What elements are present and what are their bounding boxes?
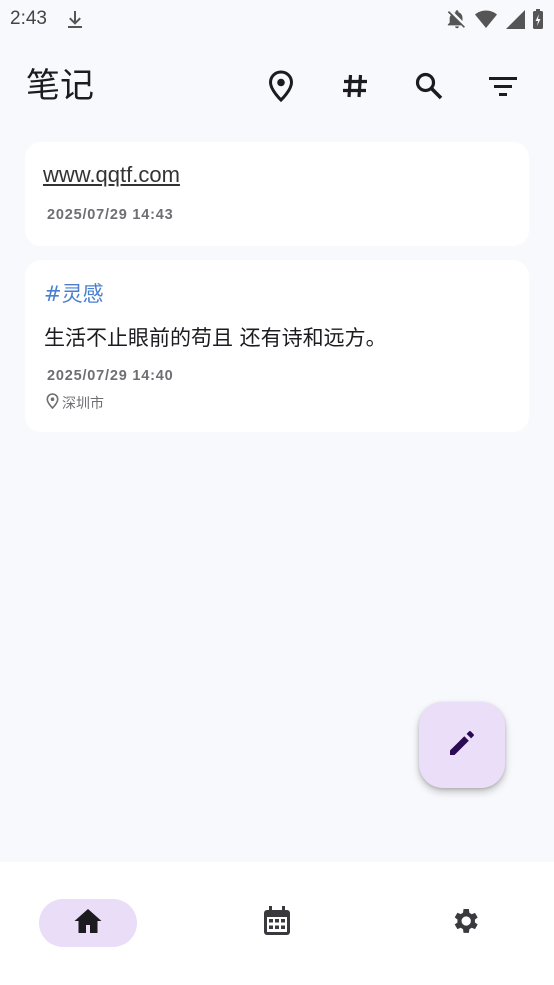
new-note-button[interactable]	[419, 702, 505, 788]
nav-calendar[interactable]	[242, 899, 312, 947]
download-icon	[65, 8, 85, 30]
status-bar: 2:43	[0, 0, 554, 38]
location-pin-icon	[267, 70, 295, 102]
notes-screen: 2:43 笔记 www.qqtf.com 2025/07/29 14:43 #灵…	[0, 0, 554, 985]
page-title: 笔记	[26, 66, 94, 106]
filter-icon	[488, 74, 518, 98]
note-timestamp: 2025/07/29 14:43	[47, 207, 174, 223]
battery-charging-icon	[532, 8, 544, 30]
settings-gear-icon	[449, 905, 481, 941]
filter-button[interactable]	[466, 62, 540, 110]
app-bar-actions	[244, 62, 540, 110]
note-timestamp: 2025/07/29 14:40	[47, 368, 174, 384]
note-tag[interactable]: #灵感	[44, 278, 104, 308]
hashtag-icon	[341, 72, 369, 100]
search-button[interactable]	[392, 62, 466, 110]
location-filter-button[interactable]	[244, 62, 318, 110]
tag-filter-button[interactable]	[318, 62, 392, 110]
notifications-off-icon	[446, 8, 468, 30]
nav-settings[interactable]	[430, 899, 500, 947]
wifi-icon	[474, 8, 498, 30]
app-bar: 笔记	[0, 58, 554, 114]
note-location-label: 深圳市	[62, 396, 104, 412]
calendar-icon	[262, 905, 292, 941]
note-location: 深圳市	[46, 393, 104, 413]
status-time: 2:43	[10, 8, 47, 29]
cellular-signal-icon	[504, 8, 526, 30]
edit-pencil-icon	[447, 728, 477, 762]
note-content: 生活不止眼前的苟且 还有诗和远方。	[44, 326, 387, 350]
note-card[interactable]: www.qqtf.com 2025/07/29 14:43	[25, 142, 529, 246]
note-link[interactable]: www.qqtf.com	[43, 162, 180, 188]
location-pin-icon	[46, 393, 59, 413]
home-icon	[73, 907, 103, 939]
nav-home[interactable]	[39, 899, 137, 947]
bottom-navigation	[0, 862, 554, 985]
note-card[interactable]: #灵感 生活不止眼前的苟且 还有诗和远方。 2025/07/29 14:40 深…	[25, 260, 529, 432]
search-icon	[414, 71, 444, 101]
status-icons	[446, 8, 544, 30]
